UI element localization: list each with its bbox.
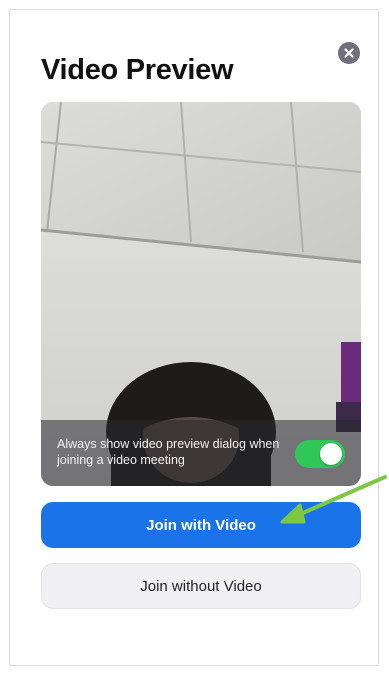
join-without-video-button[interactable]: Join without Video	[41, 563, 361, 609]
preview-option-bar: Always show video preview dialog when jo…	[41, 420, 361, 486]
close-icon	[344, 48, 354, 58]
join-with-video-button[interactable]: Join with Video	[41, 502, 361, 548]
always-show-label: Always show video preview dialog when jo…	[57, 437, 280, 467]
video-preview: Always show video preview dialog when jo…	[41, 102, 361, 486]
dialog-title: Video Preview	[41, 54, 234, 86]
page: Video Preview Always show video preview …	[0, 0, 389, 675]
always-show-toggle[interactable]	[295, 440, 345, 468]
close-button[interactable]	[338, 42, 360, 64]
toggle-knob	[320, 443, 342, 465]
